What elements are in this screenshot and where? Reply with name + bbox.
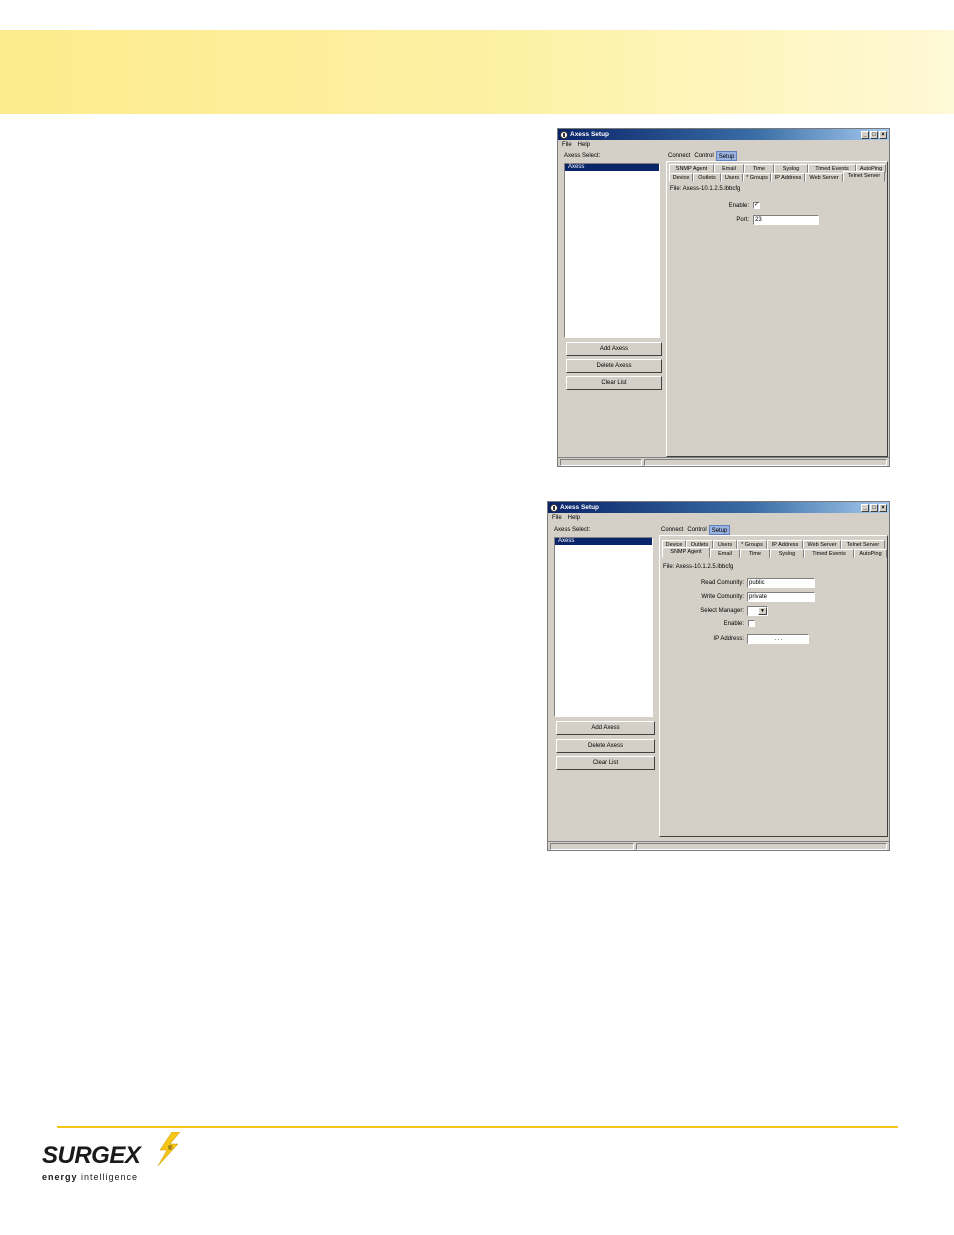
tab-web-server[interactable]: Web Server — [805, 173, 843, 182]
header-band — [0, 30, 954, 114]
title-bar[interactable]: Axess Setup _ □ × — [548, 502, 889, 513]
file-label: File: Axess-10.1.2.5.lbbcfg — [670, 186, 741, 192]
tab-connect[interactable]: Connect — [666, 151, 692, 161]
clear-list-button[interactable]: Clear List — [556, 756, 655, 770]
status-pane-left — [550, 843, 634, 850]
list-item[interactable]: Axess — [565, 164, 659, 171]
menu-file[interactable]: File — [562, 142, 572, 148]
app-icon — [560, 130, 568, 139]
enable-label: Enable: — [723, 621, 744, 627]
add-axess-button[interactable]: Add Axess — [556, 721, 655, 735]
axess-list[interactable]: Axess — [554, 537, 653, 717]
tab-email[interactable]: Email — [714, 164, 744, 173]
tab-telnet-server[interactable]: Telnet Server — [843, 171, 885, 182]
tab-users[interactable]: Users — [713, 540, 737, 549]
menu-help[interactable]: Help — [578, 142, 590, 148]
tab-email[interactable]: Email — [710, 549, 740, 558]
enable-checkbox[interactable] — [748, 620, 755, 627]
logo-tagline-bold: energy — [42, 1172, 78, 1182]
tab-groups[interactable]: * Groups — [737, 540, 767, 549]
write-community-label: Write Comunity: — [701, 594, 744, 600]
tab-snmp-agent[interactable]: SNMP Agent — [669, 164, 714, 173]
setup-panel: Device Outlets Users * Groups IP Address… — [659, 535, 888, 837]
tab-row-front: Device Outlets Users * Groups IP Address… — [669, 171, 885, 182]
window-title: Axess Setup — [570, 131, 610, 138]
window-title: Axess Setup — [560, 504, 600, 511]
axess-setup-window-telnet: Axess Setup _ □ × File Help Axess Select… — [557, 128, 890, 467]
status-pane-right — [644, 459, 887, 466]
minimize-icon[interactable]: _ — [861, 503, 869, 512]
top-tabbar: Connect Control Setup — [666, 151, 738, 161]
tab-timed-events[interactable]: Timed Events — [804, 549, 854, 558]
select-manager-label: Select Manager: — [700, 608, 744, 614]
tab-outlets[interactable]: Outlets — [693, 173, 721, 182]
enable-checkbox[interactable]: ✓ — [753, 202, 760, 209]
tab-ip-address[interactable]: IP Address — [771, 173, 805, 182]
ip-address-label: IP Address: — [713, 636, 744, 642]
write-community-field[interactable]: private — [747, 592, 815, 602]
tab-autoping[interactable]: AutoPing — [854, 549, 887, 558]
logo-registered-mark: ® — [168, 1146, 173, 1152]
enable-label: Enable: — [728, 203, 749, 209]
tab-snmp-agent[interactable]: SNMP Agent — [662, 547, 710, 558]
tab-syslog[interactable]: Syslog — [770, 549, 804, 558]
menu-file[interactable]: File — [552, 515, 562, 521]
list-item[interactable]: Axess — [555, 538, 652, 545]
minimize-icon[interactable]: _ — [861, 130, 869, 139]
footer-rule — [57, 1126, 898, 1128]
tab-device[interactable]: Device — [669, 173, 693, 182]
title-bar[interactable]: Axess Setup _ □ × — [558, 129, 889, 140]
tab-users[interactable]: Users — [721, 173, 743, 182]
tab-row-front: SNMP Agent Email Time Syslog Timed Event… — [662, 547, 887, 558]
ip-address-field[interactable]: . . . — [747, 634, 809, 644]
tab-syslog[interactable]: Syslog — [774, 164, 808, 173]
tab-connect[interactable]: Connect — [659, 525, 685, 535]
clear-list-button[interactable]: Clear List — [566, 376, 662, 390]
axess-setup-window-snmp: Axess Setup _ □ × File Help Axess Select… — [547, 501, 890, 851]
menu-bar: File Help — [552, 515, 580, 521]
port-field[interactable]: 23 — [753, 215, 819, 225]
logo-wordmark: SURGEX — [42, 1142, 141, 1169]
delete-axess-button[interactable]: Delete Axess — [566, 359, 662, 373]
menu-bar: File Help — [562, 142, 590, 148]
add-axess-button[interactable]: Add Axess — [566, 342, 662, 356]
tab-groups[interactable]: * Groups — [743, 173, 771, 182]
axess-select-label: Axess Select: — [564, 153, 601, 159]
top-tabbar: Connect Control Setup — [659, 525, 731, 535]
status-pane-left — [560, 459, 642, 466]
tab-telnet-server[interactable]: Telnet Server — [841, 540, 885, 549]
select-manager-dropdown[interactable]: ▼ — [747, 606, 768, 616]
maximize-icon[interactable]: □ — [870, 130, 878, 139]
tab-web-server[interactable]: Web Server — [803, 540, 841, 549]
read-community-label: Read Comunity: — [700, 580, 744, 586]
tab-setup[interactable]: Setup — [715, 151, 738, 161]
lightning-bolt-icon — [157, 1132, 181, 1166]
status-bar — [558, 457, 889, 466]
port-label: Port: — [736, 217, 749, 223]
close-icon[interactable]: × — [879, 503, 887, 512]
surgex-logo: SURGEX ® energy intelligence — [40, 1132, 190, 1187]
close-icon[interactable]: × — [879, 130, 887, 139]
maximize-icon[interactable]: □ — [870, 503, 878, 512]
tab-control[interactable]: Control — [685, 525, 708, 535]
status-pane-right — [636, 843, 887, 850]
tab-ip-address[interactable]: IP Address — [767, 540, 803, 549]
chevron-down-icon[interactable]: ▼ — [758, 607, 767, 615]
setup-panel: SNMP Agent Email Time Syslog Timed Event… — [666, 161, 888, 457]
logo-tagline: energy intelligence — [42, 1172, 138, 1182]
status-bar — [548, 841, 889, 850]
read-community-field[interactable]: public — [747, 578, 815, 588]
tab-setup[interactable]: Setup — [708, 525, 731, 535]
tab-time[interactable]: Time — [744, 164, 774, 173]
axess-select-label: Axess Select: — [554, 527, 591, 533]
app-icon — [550, 503, 558, 512]
tab-control[interactable]: Control — [692, 151, 715, 161]
delete-axess-button[interactable]: Delete Axess — [556, 739, 655, 753]
menu-help[interactable]: Help — [568, 515, 580, 521]
file-label: File: Axess-10.1.2.5.lbbcfg — [663, 564, 734, 570]
tab-time[interactable]: Time — [740, 549, 770, 558]
logo-tagline-rest: intelligence — [77, 1172, 139, 1182]
axess-list[interactable]: Axess — [564, 163, 660, 338]
